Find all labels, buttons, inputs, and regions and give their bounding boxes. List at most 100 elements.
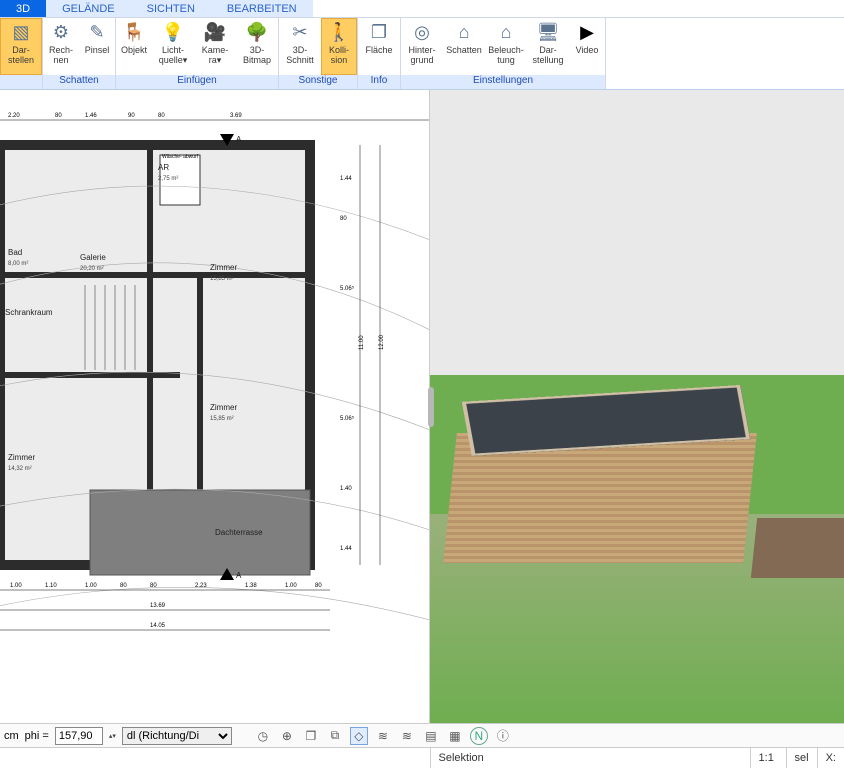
svg-text:14,32 m²: 14,32 m²	[8, 466, 32, 472]
svg-text:1.38: 1.38	[245, 583, 257, 589]
chair-icon: 🪑	[122, 20, 146, 44]
ribbon-group-schatten: ⚙ Rech- nen ✎ Pinsel Schatten	[43, 18, 116, 89]
svg-text:1.44: 1.44	[340, 546, 352, 552]
svg-text:3.69: 3.69	[230, 113, 242, 119]
info-icon[interactable]: ⓘ	[494, 727, 512, 745]
phi-input[interactable]	[55, 727, 103, 745]
ribbon-group-sonstige: ✂ 3D- Schnitt 🚶 Kolli- sion Sonstige	[279, 18, 358, 89]
gear-icon: ⚙	[49, 20, 73, 44]
north-icon[interactable]: N	[470, 727, 488, 745]
svg-text:12.00: 12.00	[379, 334, 385, 350]
svg-text:2,75 m²: 2,75 m²	[158, 176, 178, 182]
svg-text:1.00: 1.00	[285, 583, 297, 589]
copy-icon[interactable]: ⧉	[326, 727, 344, 745]
svg-text:2.20: 2.20	[8, 113, 20, 119]
3d-schnitt-button[interactable]: ✂ 3D- Schnitt	[279, 18, 321, 75]
svg-text:11.00: 11.00	[359, 335, 365, 350]
cut-icon: ✂	[288, 20, 312, 44]
hintergrund-button[interactable]: ◎ Hinter- grund	[401, 18, 443, 75]
ribbon-group-info: ❐ Fläche Info	[358, 18, 401, 89]
tab-gelaende[interactable]: GELÄNDE	[46, 0, 131, 17]
darstellen-button[interactable]: ▧ Dar- stellen	[0, 18, 42, 75]
3d-view[interactable]	[430, 90, 844, 723]
ribbon-group-display: ▧ Dar- stellen	[0, 18, 43, 89]
main-tabs: 3D GELÄNDE SICHTEN BEARBEITEN	[0, 0, 844, 18]
svg-text:AR: AR	[158, 163, 169, 172]
rechnen-button[interactable]: ⚙ Rech- nen	[43, 18, 79, 75]
stack2-icon[interactable]: ≋	[398, 727, 416, 745]
svg-text:Schrankraum: Schrankraum	[5, 308, 53, 317]
svg-text:A: A	[236, 571, 242, 580]
group-label-einstellungen: Einstellungen	[401, 75, 605, 89]
group-label-0	[0, 75, 42, 89]
unit-label: cm	[4, 730, 19, 742]
svg-text:80: 80	[315, 583, 322, 589]
tab-bearbeiten[interactable]: BEARBEITEN	[211, 0, 313, 17]
svg-text:8,00 m²: 8,00 m²	[8, 261, 28, 267]
workspace: 2.20 80 1.46 90 80 3.69	[0, 90, 844, 723]
svg-text:80: 80	[150, 583, 157, 589]
floor-plan-svg: 2.20 80 1.46 90 80 3.69	[0, 90, 430, 710]
svg-text:80: 80	[158, 113, 165, 119]
bulb-icon: 💡	[161, 20, 185, 44]
svg-text:15,85 m²: 15,85 m²	[210, 276, 234, 282]
layers-icon[interactable]: ❐	[302, 727, 320, 745]
person-icon: 🚶	[327, 20, 351, 44]
svg-text:90: 90	[128, 113, 135, 119]
library-icon[interactable]: ▤	[422, 727, 440, 745]
group-label-einfuegen: Einfügen	[116, 75, 278, 89]
video-button[interactable]: ▶ Video	[569, 18, 605, 75]
status-bar: Selektion 1:1 sel X:	[0, 747, 844, 767]
clock-icon[interactable]: ◷	[254, 727, 272, 745]
house-icon: ⌂	[452, 20, 476, 44]
brush-icon: ✎	[85, 20, 109, 44]
kollision-button[interactable]: 🚶 Kolli- sion	[321, 18, 357, 75]
darstellen-label: Dar- stellen	[8, 45, 34, 65]
svg-text:80: 80	[120, 583, 127, 589]
dl-select[interactable]: dl (Richtung/Di	[122, 727, 232, 745]
ribbon-group-einstellungen: ◎ Hinter- grund ⌂ Schatten ⌂ Beleuch- tu…	[401, 18, 606, 89]
group-label-schatten: Schatten	[43, 75, 115, 89]
monitor-icon: 🖥	[536, 20, 560, 44]
svg-text:Wäsche- abwurf: Wäsche- abwurf	[162, 154, 199, 160]
tab-3d[interactable]: 3D	[0, 0, 46, 17]
svg-text:1.44: 1.44	[340, 176, 352, 182]
svg-text:80: 80	[55, 113, 62, 119]
plan-view[interactable]: 2.20 80 1.46 90 80 3.69	[0, 90, 430, 723]
status-selection: Selektion	[430, 748, 750, 768]
svg-text:2.23: 2.23	[195, 583, 207, 589]
svg-text:Zimmer: Zimmer	[210, 403, 237, 412]
lichtquelle-button[interactable]: 💡 Licht- quelle▾	[152, 18, 194, 75]
snap-icon[interactable]: ◇	[350, 727, 368, 745]
pinsel-button[interactable]: ✎ Pinsel	[79, 18, 115, 75]
kamera-button[interactable]: 🎥 Kame- ra▾	[194, 18, 236, 75]
house-model	[450, 373, 770, 593]
phi-label: phi =	[25, 730, 49, 742]
svg-text:5.06⁵: 5.06⁵	[340, 285, 355, 292]
globe-icon[interactable]: ⊕	[278, 727, 296, 745]
circle-icon: ◎	[410, 20, 434, 44]
camera-icon: 🎥	[203, 20, 227, 44]
svg-text:1.00: 1.00	[10, 583, 22, 589]
view-splitter[interactable]	[428, 387, 434, 427]
3d-bitmap-button[interactable]: 🌳 3D- Bitmap	[236, 18, 278, 75]
flaeche-button[interactable]: ❐ Fläche	[358, 18, 400, 75]
svg-text:Zimmer: Zimmer	[8, 453, 35, 462]
svg-text:Dachterrasse: Dachterrasse	[215, 528, 263, 537]
darstellung-button[interactable]: 🖥 Dar- stellung	[527, 18, 569, 75]
svg-text:80: 80	[340, 216, 347, 222]
svg-text:A: A	[236, 135, 242, 144]
svg-text:1.46: 1.46	[85, 113, 97, 119]
cube-icon: ▧	[9, 20, 33, 44]
phi-stepper-icon[interactable]: ▴▾	[109, 732, 116, 740]
schatten-button[interactable]: ⌂ Schatten	[443, 18, 485, 75]
stack-icon[interactable]: ≋	[374, 727, 392, 745]
house-light-icon: ⌂	[494, 20, 518, 44]
play-icon: ▶	[575, 20, 599, 44]
beleuchtung-button[interactable]: ⌂ Beleuch- tung	[485, 18, 527, 75]
objekt-button[interactable]: 🪑 Objekt	[116, 18, 152, 75]
grid-icon[interactable]: ▦	[446, 727, 464, 745]
status-sel: sel	[786, 748, 817, 768]
ribbon: ▧ Dar- stellen ⚙ Rech- nen ✎ Pinsel Scha…	[0, 18, 844, 90]
tab-sichten[interactable]: SICHTEN	[131, 0, 211, 17]
